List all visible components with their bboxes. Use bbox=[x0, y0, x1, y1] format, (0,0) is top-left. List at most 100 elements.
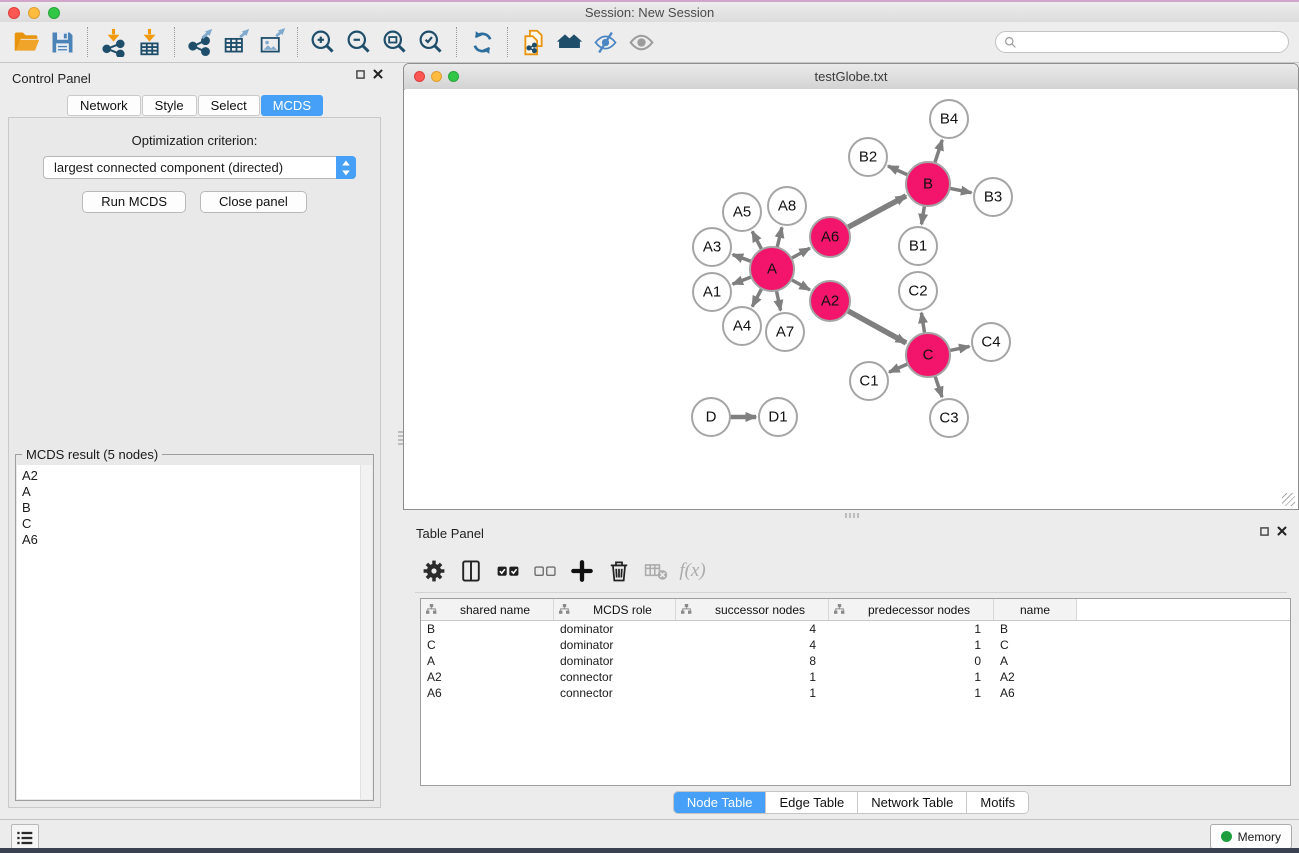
edge-A-A1[interactable] bbox=[733, 277, 752, 284]
node-C1[interactable]: C1 bbox=[850, 362, 888, 400]
table-cell[interactable]: C bbox=[994, 638, 1077, 652]
export-table-button[interactable] bbox=[218, 25, 254, 59]
column-header-name[interactable]: name bbox=[994, 599, 1077, 620]
node-A2[interactable]: A2 bbox=[810, 281, 850, 321]
table-cell[interactable]: 8 bbox=[676, 654, 829, 668]
mcds-result-scrollbar[interactable] bbox=[360, 465, 372, 799]
edge-A6-B[interactable] bbox=[848, 196, 906, 228]
edge-A-A6[interactable] bbox=[791, 248, 810, 258]
run-mcds-button[interactable]: Run MCDS bbox=[82, 191, 186, 213]
select-all-check-button[interactable] bbox=[489, 555, 526, 587]
edge-A2-C[interactable] bbox=[848, 311, 907, 343]
edge-A-A3[interactable] bbox=[733, 255, 752, 262]
import-network-button[interactable] bbox=[95, 25, 131, 59]
table-cell[interactable]: A6 bbox=[994, 686, 1077, 700]
edge-C-C3[interactable] bbox=[935, 376, 942, 397]
node-A7[interactable]: A7 bbox=[766, 313, 804, 351]
criterion-dropdown[interactable]: largest connected component (directed) bbox=[43, 156, 356, 179]
close-panel-button[interactable]: Close panel bbox=[200, 191, 307, 213]
memory-button[interactable]: Memory bbox=[1210, 824, 1292, 849]
node-C4[interactable]: C4 bbox=[972, 323, 1010, 361]
edge-A-A4[interactable] bbox=[752, 288, 762, 306]
edge-B-B2[interactable] bbox=[888, 166, 908, 175]
zoom-selected-button[interactable] bbox=[413, 25, 449, 59]
node-A8[interactable]: A8 bbox=[768, 187, 806, 225]
node-B[interactable]: B bbox=[906, 162, 950, 206]
node-C3[interactable]: C3 bbox=[930, 399, 968, 437]
edge-A-A2[interactable] bbox=[791, 280, 810, 290]
zoom-fit-button[interactable] bbox=[377, 25, 413, 59]
edge-C-C1[interactable] bbox=[889, 364, 908, 372]
table-cell[interactable]: 1 bbox=[829, 638, 994, 652]
window-resize-grip[interactable] bbox=[1282, 493, 1295, 506]
node-B1[interactable]: B1 bbox=[899, 227, 937, 265]
table-row[interactable]: A6connector11A6 bbox=[421, 685, 1290, 701]
column-header-predecessor-nodes[interactable]: predecessor nodes bbox=[829, 599, 994, 620]
import-table-button[interactable] bbox=[131, 25, 167, 59]
table-cell[interactable]: connector bbox=[554, 670, 676, 684]
table-cell[interactable]: 1 bbox=[676, 686, 829, 700]
tab-network-table[interactable]: Network Table bbox=[857, 792, 966, 813]
table-cell[interactable]: dominator bbox=[554, 622, 676, 636]
node-D[interactable]: D bbox=[692, 398, 730, 436]
table-row[interactable]: Bdominator41B bbox=[421, 621, 1290, 637]
vertical-splitter-grip[interactable] bbox=[398, 431, 403, 447]
node-B3[interactable]: B3 bbox=[974, 178, 1012, 216]
network-window-titlebar[interactable]: testGlobe.txt bbox=[404, 64, 1298, 90]
mcds-result-item[interactable]: C bbox=[22, 516, 372, 532]
table-cell[interactable]: C bbox=[421, 638, 554, 652]
edge-B-B4[interactable] bbox=[935, 140, 942, 163]
edge-A-A8[interactable] bbox=[777, 227, 782, 247]
edge-A-A7[interactable] bbox=[776, 291, 780, 311]
column-visibility-button[interactable] bbox=[452, 555, 489, 587]
node-A1[interactable]: A1 bbox=[693, 273, 731, 311]
hide-details-button[interactable] bbox=[587, 25, 623, 59]
mcds-result-item[interactable]: A2 bbox=[22, 468, 372, 484]
float-panel-icon[interactable] bbox=[356, 70, 365, 79]
duplicate-network-button[interactable] bbox=[515, 25, 551, 59]
tab-edge-table[interactable]: Edge Table bbox=[765, 792, 857, 813]
delete-column-button[interactable] bbox=[600, 555, 637, 587]
open-file-button[interactable] bbox=[8, 25, 44, 59]
edge-B-B3[interactable] bbox=[950, 188, 972, 192]
save-session-button[interactable] bbox=[44, 25, 80, 59]
edge-B-B1[interactable] bbox=[922, 206, 925, 225]
table-cell[interactable]: B bbox=[421, 622, 554, 636]
table-cell[interactable]: connector bbox=[554, 686, 676, 700]
node-A5[interactable]: A5 bbox=[723, 193, 761, 231]
table-row[interactable]: Adominator80A bbox=[421, 653, 1290, 669]
export-network-button[interactable] bbox=[182, 25, 218, 59]
search-box[interactable] bbox=[995, 31, 1289, 53]
table-cell[interactable]: A2 bbox=[994, 670, 1077, 684]
table-cell[interactable]: 1 bbox=[829, 670, 994, 684]
table-cell[interactable]: A2 bbox=[421, 670, 554, 684]
horizontal-splitter-grip[interactable] bbox=[845, 513, 861, 518]
close-panel-icon[interactable] bbox=[373, 69, 383, 79]
table-cell[interactable]: 1 bbox=[829, 622, 994, 636]
node-C2[interactable]: C2 bbox=[899, 272, 937, 310]
tab-node-table[interactable]: Node Table bbox=[674, 792, 766, 813]
network-canvas[interactable]: B4B2BB3A8A5A6B1A3AC2A1A2A4A7C4CC1C3DD1 bbox=[405, 89, 1297, 508]
add-column-button[interactable] bbox=[563, 555, 600, 587]
node-B4[interactable]: B4 bbox=[930, 100, 968, 138]
zoom-in-button[interactable] bbox=[305, 25, 341, 59]
mcds-result-item[interactable]: B bbox=[22, 500, 372, 516]
home-button[interactable] bbox=[551, 25, 587, 59]
table-row[interactable]: Cdominator41C bbox=[421, 637, 1290, 653]
table-cell[interactable]: A bbox=[421, 654, 554, 668]
clear-all-check-button[interactable] bbox=[526, 555, 563, 587]
table-cell[interactable]: A6 bbox=[421, 686, 554, 700]
node-B2[interactable]: B2 bbox=[849, 138, 887, 176]
column-header-successor-nodes[interactable]: successor nodes bbox=[676, 599, 829, 620]
node-C[interactable]: C bbox=[906, 333, 950, 377]
table-cell[interactable]: A bbox=[994, 654, 1077, 668]
tab-mcds[interactable]: MCDS bbox=[261, 95, 323, 116]
table-cell[interactable]: 1 bbox=[676, 670, 829, 684]
table-cell[interactable]: 1 bbox=[829, 686, 994, 700]
table-cell[interactable]: 0 bbox=[829, 654, 994, 668]
task-history-button[interactable] bbox=[11, 824, 39, 851]
table-settings-button[interactable] bbox=[415, 555, 452, 587]
table-row[interactable]: A2connector11A2 bbox=[421, 669, 1290, 685]
table-cell[interactable]: 4 bbox=[676, 638, 829, 652]
float-panel-icon[interactable] bbox=[1260, 527, 1269, 536]
